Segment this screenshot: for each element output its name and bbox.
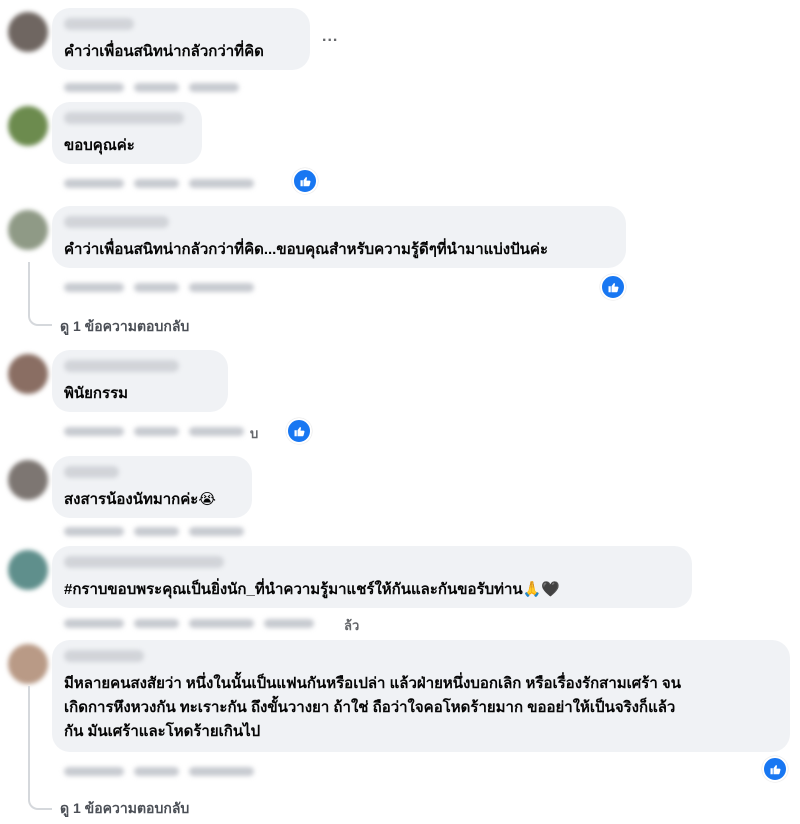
author-name-blurred[interactable] <box>64 360 179 372</box>
like-reaction-icon[interactable] <box>600 274 626 300</box>
comment-bubble: คำว่าเพื่อนสนิทน่ากลัวกว่าที่คิด...ขอบคุ… <box>52 206 626 268</box>
thumbs-up-icon <box>294 427 305 437</box>
pray-heart-emoji-icon: 🙏🖤 <box>522 580 561 598</box>
comment-bubble: คำว่าเพื่อนสนิทน่ากลัวกว่าที่คิด <box>52 8 310 70</box>
more-options-icon[interactable]: ... <box>322 28 338 46</box>
like-reaction-icon[interactable] <box>292 168 318 194</box>
comment-text-body: #กราบขอบพระคุณเป็นยิ่งนัก_ที่นำความรู้มา… <box>64 581 523 598</box>
comment-bubble: #กราบขอบพระคุณเป็นยิ่งนัก_ที่นำความรู้มา… <box>52 546 692 608</box>
comment-bubble: มีหลายคนสงสัยว่า หนึ่งในนั้นเป็นแฟนกันหร… <box>52 640 790 752</box>
comment-bubble: พินัยกรรม <box>52 350 228 412</box>
comment-actions-blurred[interactable] <box>64 520 244 542</box>
comment-actions-blurred[interactable] <box>64 76 239 98</box>
author-name-blurred[interactable] <box>64 556 224 568</box>
comment-actions-blurred[interactable] <box>64 760 254 782</box>
thumbs-up-icon <box>770 765 781 775</box>
avatar[interactable] <box>8 12 48 52</box>
crying-emoji-icon: 😭 <box>198 490 216 508</box>
avatar[interactable] <box>8 550 48 590</box>
view-replies-link[interactable]: ดู 1 ข้อความตอบกลับ <box>60 798 189 820</box>
reply-thread-line <box>28 262 52 326</box>
thumbs-up-icon <box>608 283 619 293</box>
reply-thread-line <box>28 686 52 810</box>
author-name-blurred[interactable] <box>64 466 119 478</box>
comment-bubble: ขอบคุณค่ะ <box>52 102 202 164</box>
author-name-blurred[interactable] <box>64 650 144 662</box>
avatar[interactable] <box>8 460 48 500</box>
comment-actions-blurred[interactable] <box>64 276 254 298</box>
comment-actions-blurred[interactable] <box>64 612 314 634</box>
comment-text: #กราบขอบพระคุณเป็นยิ่งนัก_ที่นำความรู้มา… <box>64 578 560 601</box>
avatar[interactable] <box>8 106 48 146</box>
author-name-blurred[interactable] <box>64 18 134 30</box>
comment-text: คำว่าเพื่อนสนิทน่ากลัวกว่าที่คิด...ขอบคุ… <box>64 241 548 258</box>
author-name-blurred[interactable] <box>64 216 169 228</box>
like-reaction-icon[interactable] <box>286 418 312 444</box>
avatar[interactable] <box>8 210 48 250</box>
comment-text-body: สงสารน้องนัทมากค่ะ <box>64 491 199 508</box>
avatar[interactable] <box>8 354 48 394</box>
comment-bubble: สงสารน้องนัทมากค่ะ😭 <box>52 456 252 518</box>
comment-actions-blurred[interactable] <box>64 420 244 442</box>
comment-text-line: มีหลายคนสงสัยว่า หนึ่งในนั้นเป็นแฟนกันหร… <box>64 675 681 692</box>
comment-text: ขอบคุณค่ะ <box>64 137 135 154</box>
thumbs-up-icon <box>300 177 311 187</box>
comment-text-line: เกิดการหึงหวงกัน ทะเราะกัน ถึงขั้นวางยา … <box>64 699 676 716</box>
comment-text: สงสารน้องนัทมากค่ะ😭 <box>64 488 216 511</box>
comment-time-partial: บ <box>250 426 259 441</box>
author-name-blurred[interactable] <box>64 112 184 124</box>
comment-time-partial: ล้ว <box>344 618 360 633</box>
avatar[interactable] <box>8 644 48 684</box>
like-reaction-icon[interactable] <box>762 756 788 782</box>
comment-text-line: กัน มันเศร้าและโหดร้ายเกินไป <box>64 723 261 740</box>
comment-actions-blurred[interactable] <box>64 172 254 194</box>
comment-text: คำว่าเพื่อนสนิทน่ากลัวกว่าที่คิด <box>64 43 264 60</box>
view-replies-link[interactable]: ดู 1 ข้อความตอบกลับ <box>60 316 189 338</box>
comment-text: พินัยกรรม <box>64 385 129 402</box>
